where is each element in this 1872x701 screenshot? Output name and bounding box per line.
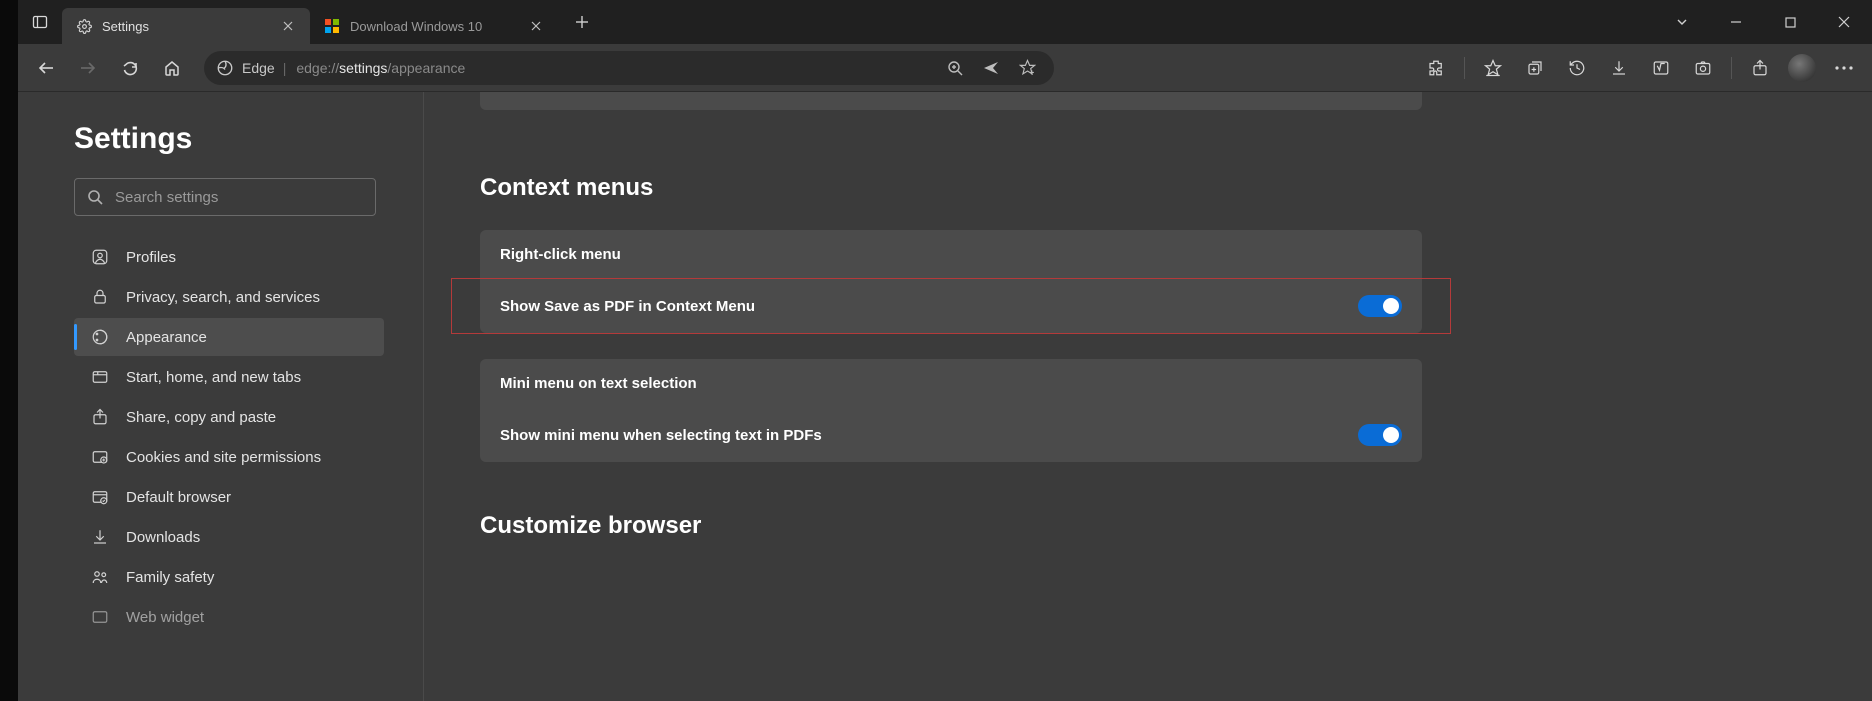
separator bbox=[1464, 57, 1465, 79]
minimize-button[interactable] bbox=[1714, 5, 1758, 39]
downloads-icon[interactable] bbox=[1599, 48, 1639, 88]
tab-actions-button[interactable] bbox=[18, 0, 62, 44]
section-title-context: Context menus bbox=[480, 174, 1826, 202]
windows-icon bbox=[324, 18, 340, 34]
web-capture-icon[interactable] bbox=[1683, 48, 1723, 88]
card-header: Mini menu on text selection bbox=[480, 359, 1422, 408]
back-button[interactable] bbox=[26, 48, 66, 88]
row-label: Show Save as PDF in Context Menu bbox=[500, 298, 755, 315]
toggle-save-as-pdf[interactable] bbox=[1358, 295, 1402, 317]
section-title-customize: Customize browser bbox=[480, 512, 1826, 540]
family-icon bbox=[90, 567, 110, 587]
nav-family[interactable]: Family safety bbox=[74, 558, 384, 596]
nav-cookies[interactable]: Cookies and site permissions bbox=[74, 438, 384, 476]
toggle-mini-menu-pdf[interactable] bbox=[1358, 424, 1402, 446]
row-label: Show mini menu when selecting text in PD… bbox=[500, 427, 822, 444]
settings-main: Context menus Right-click menu Show Save… bbox=[424, 92, 1872, 701]
share-icon bbox=[90, 407, 110, 427]
tab-download-windows[interactable]: Download Windows 10 bbox=[310, 8, 558, 44]
desktop-background bbox=[0, 0, 18, 701]
nav-label: Profiles bbox=[126, 249, 176, 266]
search-input[interactable] bbox=[115, 189, 363, 206]
history-icon[interactable] bbox=[1557, 48, 1597, 88]
previous-card-edge bbox=[480, 92, 1422, 110]
row-save-as-pdf: Show Save as PDF in Context Menu bbox=[452, 279, 1450, 333]
send-icon[interactable] bbox=[976, 53, 1006, 83]
tab-title: Settings bbox=[102, 19, 276, 34]
toolbar: Edge | edge://settings/appearance bbox=[18, 44, 1872, 92]
site-identity[interactable]: Edge | bbox=[216, 59, 286, 77]
browser-window: Settings Download Windows 10 bbox=[18, 0, 1872, 701]
forward-button[interactable] bbox=[68, 48, 108, 88]
separator: | bbox=[283, 60, 287, 76]
nav-label: Appearance bbox=[126, 329, 207, 346]
site-label: Edge bbox=[242, 60, 275, 76]
new-tab-button[interactable] bbox=[566, 6, 598, 38]
browser-icon bbox=[90, 487, 110, 507]
collections-icon[interactable] bbox=[1515, 48, 1555, 88]
cookies-icon bbox=[90, 447, 110, 467]
settings-nav: Profiles Privacy, search, and services A… bbox=[74, 238, 384, 636]
nav-start[interactable]: Start, home, and new tabs bbox=[74, 358, 384, 396]
nav-label: Default browser bbox=[126, 489, 231, 506]
nav-profiles[interactable]: Profiles bbox=[74, 238, 384, 276]
close-button[interactable] bbox=[1822, 5, 1866, 39]
card-right-click-menu: Right-click menu Show Save as PDF in Con… bbox=[480, 230, 1422, 333]
nav-label: Cookies and site permissions bbox=[126, 449, 321, 466]
maximize-button[interactable] bbox=[1768, 5, 1812, 39]
close-icon[interactable] bbox=[524, 14, 548, 38]
content: Settings Profiles Privacy, search, and s… bbox=[18, 92, 1872, 701]
card-header: Right-click menu bbox=[480, 230, 1422, 279]
settings-sidebar: Settings Profiles Privacy, search, and s… bbox=[18, 92, 424, 701]
nav-label: Start, home, and new tabs bbox=[126, 369, 301, 386]
menu-button[interactable] bbox=[1824, 48, 1864, 88]
row-mini-menu-pdf: Show mini menu when selecting text in PD… bbox=[480, 408, 1422, 462]
appearance-icon bbox=[90, 327, 110, 347]
search-box[interactable] bbox=[74, 178, 376, 216]
home-button[interactable] bbox=[152, 48, 192, 88]
tabs-icon bbox=[90, 367, 110, 387]
nav-web-widget[interactable]: Web widget bbox=[74, 598, 384, 636]
tab-strip: Settings Download Windows 10 bbox=[18, 0, 1872, 44]
profile-icon bbox=[90, 247, 110, 267]
nav-label: Downloads bbox=[126, 529, 200, 546]
refresh-button[interactable] bbox=[110, 48, 150, 88]
download-icon bbox=[90, 527, 110, 547]
math-solver-icon[interactable] bbox=[1641, 48, 1681, 88]
separator bbox=[1731, 57, 1732, 79]
zoom-icon[interactable] bbox=[940, 53, 970, 83]
card-mini-menu: Mini menu on text selection Show mini me… bbox=[480, 359, 1422, 462]
page-title: Settings bbox=[74, 122, 405, 156]
share-icon[interactable] bbox=[1740, 48, 1780, 88]
nav-default-browser[interactable]: Default browser bbox=[74, 478, 384, 516]
nav-label: Privacy, search, and services bbox=[126, 289, 320, 306]
nav-label: Share, copy and paste bbox=[126, 409, 276, 426]
address-bar[interactable]: Edge | edge://settings/appearance bbox=[204, 51, 1054, 85]
tab-title: Download Windows 10 bbox=[350, 19, 524, 34]
chevron-down-icon[interactable] bbox=[1660, 5, 1704, 39]
edge-icon bbox=[216, 59, 234, 77]
lock-icon bbox=[90, 287, 110, 307]
nav-privacy[interactable]: Privacy, search, and services bbox=[74, 278, 384, 316]
widget-icon bbox=[90, 607, 110, 627]
favorite-star-icon[interactable] bbox=[1012, 53, 1042, 83]
profile-avatar[interactable] bbox=[1788, 54, 1816, 82]
close-icon[interactable] bbox=[276, 14, 300, 38]
nav-label: Web widget bbox=[126, 609, 204, 626]
search-icon bbox=[87, 189, 103, 205]
nav-appearance[interactable]: Appearance bbox=[74, 318, 384, 356]
nav-share[interactable]: Share, copy and paste bbox=[74, 398, 384, 436]
extensions-icon[interactable] bbox=[1416, 48, 1456, 88]
gear-icon bbox=[76, 18, 92, 34]
tab-settings[interactable]: Settings bbox=[62, 8, 310, 44]
favorites-icon[interactable] bbox=[1473, 48, 1513, 88]
nav-label: Family safety bbox=[126, 569, 214, 586]
nav-downloads[interactable]: Downloads bbox=[74, 518, 384, 556]
url-text: edge://settings/appearance bbox=[296, 60, 465, 76]
